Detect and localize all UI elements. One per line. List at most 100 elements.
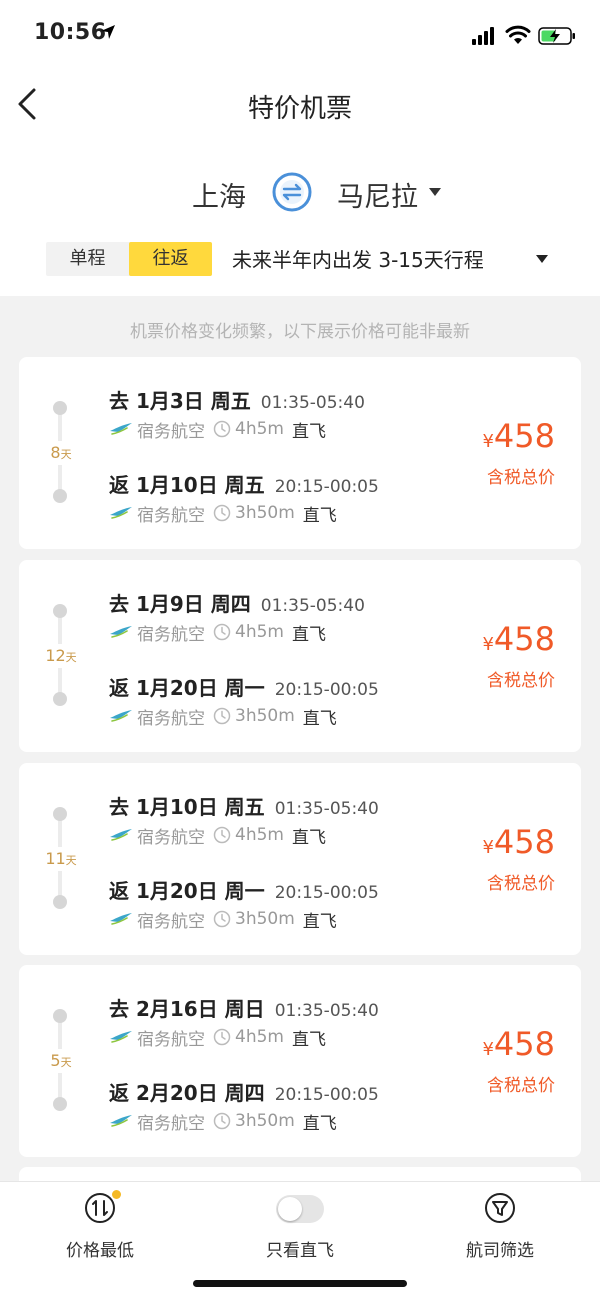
- airline-filter-button[interactable]: 航司筛选: [430, 1192, 570, 1261]
- return-leg: 返 1月20日 周一 20:15-00:05 宿务航空 3h50m 直飞: [109, 672, 379, 729]
- trip-days-count: 12: [45, 646, 66, 665]
- sort-label: 价格最低: [66, 1241, 134, 1261]
- price-label: 含税总价: [487, 671, 555, 691]
- airline-name: 宿务航空: [137, 1029, 205, 1050]
- trip-days: 5天: [41, 1049, 81, 1073]
- direct-only-toggle[interactable]: 只看直飞: [230, 1192, 370, 1261]
- page-title: 特价机票: [247, 94, 352, 124]
- route-selector: 上海 马尼拉: [0, 165, 600, 221]
- price-notice: 机票价格变化频繁，以下展示价格可能非最新: [130, 322, 470, 342]
- caret-down-icon[interactable]: [536, 255, 548, 263]
- status-time: 10:56: [34, 20, 107, 45]
- airline-name: 宿务航空: [137, 708, 205, 729]
- flight-card[interactable]: 11天去 1月10日 周五 01:35-05:40 宿务航空 4h5m 直飞返 1月20…: [19, 763, 581, 955]
- price-label: 含税总价: [487, 468, 555, 488]
- trip-days-count: 8: [50, 443, 61, 462]
- leg-times: 01:35-05:40: [260, 596, 365, 616]
- airline-name: 宿务航空: [137, 911, 205, 932]
- direct-flight-label: 直飞: [302, 505, 337, 526]
- leg-times: 20:15-00:05: [274, 1085, 379, 1105]
- trip-days-count: 11: [45, 849, 66, 868]
- direct-flight-label: 直飞: [291, 421, 326, 442]
- flight-duration: 3h50m: [235, 1111, 295, 1131]
- flight-card[interactable]: 12天去 1月9日 周四 01:35-05:40 宿务航空 4h5m 直飞返 1月20日…: [19, 560, 581, 752]
- outbound-leg: 去 1月9日 周四 01:35-05:40 宿务航空 4h5m 直飞: [109, 588, 365, 645]
- trip-timeline: 12天: [41, 600, 81, 710]
- clock-icon: [213, 504, 231, 522]
- airline-name: 宿务航空: [137, 827, 205, 848]
- return-leg: 返 2月20日 周四 20:15-00:05 宿务航空 3h50m 直飞: [109, 1077, 379, 1134]
- clock-icon: [213, 1028, 231, 1046]
- clock-icon: [213, 1112, 231, 1130]
- total-price: ¥458: [482, 823, 555, 861]
- airline-logo-icon: [110, 423, 132, 435]
- airline-name: 宿务航空: [137, 505, 205, 526]
- notification-dot: [112, 1190, 121, 1199]
- airline-logo-icon: [110, 507, 132, 519]
- airline-name: 宿务航空: [137, 1113, 205, 1134]
- flight-card-partial[interactable]: [19, 1167, 581, 1181]
- caret-down-icon[interactable]: [428, 187, 442, 197]
- header: 特价机票: [0, 70, 600, 140]
- flight-card[interactable]: 8天去 1月3日 周五 01:35-05:40 宿务航空 4h5m 直飞返 1月10日 …: [19, 357, 581, 549]
- direct-flight-label: 直飞: [302, 708, 337, 729]
- flight-duration: 4h5m: [235, 419, 284, 439]
- trip-timeline: 8天: [41, 397, 81, 507]
- clock-icon: [213, 910, 231, 928]
- clock-icon: [213, 420, 231, 438]
- origin-city[interactable]: 上海: [192, 175, 246, 214]
- airline-logo-icon: [110, 913, 132, 925]
- currency-symbol: ¥: [482, 837, 494, 858]
- bottom-filter-bar: 价格最低 只看直飞 航司筛选: [0, 1181, 600, 1299]
- leg-times: 20:15-00:05: [274, 680, 379, 700]
- sort-price-icon: [85, 1193, 115, 1223]
- clock-icon: [213, 826, 231, 844]
- home-indicator: [193, 1280, 407, 1287]
- return-leg: 返 1月10日 周五 20:15-00:05 宿务航空 3h50m 直飞: [109, 469, 379, 526]
- sort-lowest-price-button[interactable]: 价格最低: [30, 1190, 170, 1261]
- airline-logo-icon: [110, 710, 132, 722]
- trip-days: 8天: [41, 441, 81, 465]
- round-trip-tab[interactable]: 往返: [129, 242, 212, 276]
- trip-days-unit: 天: [60, 448, 72, 461]
- battery-charging-icon: [538, 27, 575, 45]
- trip-timeline: 5天: [41, 1005, 81, 1115]
- direct-flight-label: 直飞: [291, 624, 326, 645]
- flight-duration: 3h50m: [235, 909, 295, 929]
- direct-only-switch[interactable]: [276, 1195, 324, 1223]
- leg-date: 去 2月16日 周日: [109, 997, 265, 1021]
- trip-days-unit: 天: [65, 854, 77, 867]
- clock-icon: [213, 623, 231, 641]
- currency-symbol: ¥: [482, 1039, 494, 1060]
- direct-flight-label: 直飞: [291, 1029, 326, 1050]
- leg-date: 返 2月20日 周四: [109, 1081, 265, 1105]
- price-label: 含税总价: [487, 1076, 555, 1096]
- leg-date: 返 1月10日 周五: [109, 473, 265, 497]
- trip-timeline: 11天: [41, 803, 81, 913]
- direct-only-label: 只看直飞: [266, 1241, 334, 1261]
- total-price: ¥458: [482, 1025, 555, 1063]
- departure-range-dropdown[interactable]: 未来半年内出发 3-15天行程: [232, 244, 484, 273]
- swap-cities-icon[interactable]: [271, 171, 313, 213]
- clock-icon: [213, 707, 231, 725]
- timeline-dot-end: [53, 489, 67, 503]
- destination-city[interactable]: 马尼拉: [337, 175, 418, 214]
- price-amount: 458: [493, 620, 555, 658]
- airline-logo-icon: [110, 1115, 132, 1127]
- airline-logo-icon: [110, 626, 132, 638]
- flight-duration: 4h5m: [235, 1027, 284, 1047]
- airline-name: 宿务航空: [137, 624, 205, 645]
- price-box: ¥458 含税总价: [482, 620, 555, 691]
- flight-list[interactable]: 机票价格变化频繁，以下展示价格可能非最新 8天去 1月3日 周五 01:35-05…: [0, 296, 600, 1181]
- currency-symbol: ¥: [482, 634, 494, 655]
- one-way-tab[interactable]: 单程: [46, 242, 129, 276]
- switch-knob: [278, 1197, 302, 1221]
- timeline-dot-start: [53, 807, 67, 821]
- trip-type-segmented-control: 单程 往返: [46, 242, 212, 276]
- price-box: ¥458 含税总价: [482, 417, 555, 488]
- flight-card[interactable]: 5天去 2月16日 周日 01:35-05:40 宿务航空 4h5m 直飞返 2月20日…: [19, 965, 581, 1157]
- price-amount: 458: [493, 1025, 555, 1063]
- leg-date: 去 1月3日 周五: [109, 389, 251, 413]
- flight-duration: 3h50m: [235, 503, 295, 523]
- airline-logo-icon: [110, 829, 132, 841]
